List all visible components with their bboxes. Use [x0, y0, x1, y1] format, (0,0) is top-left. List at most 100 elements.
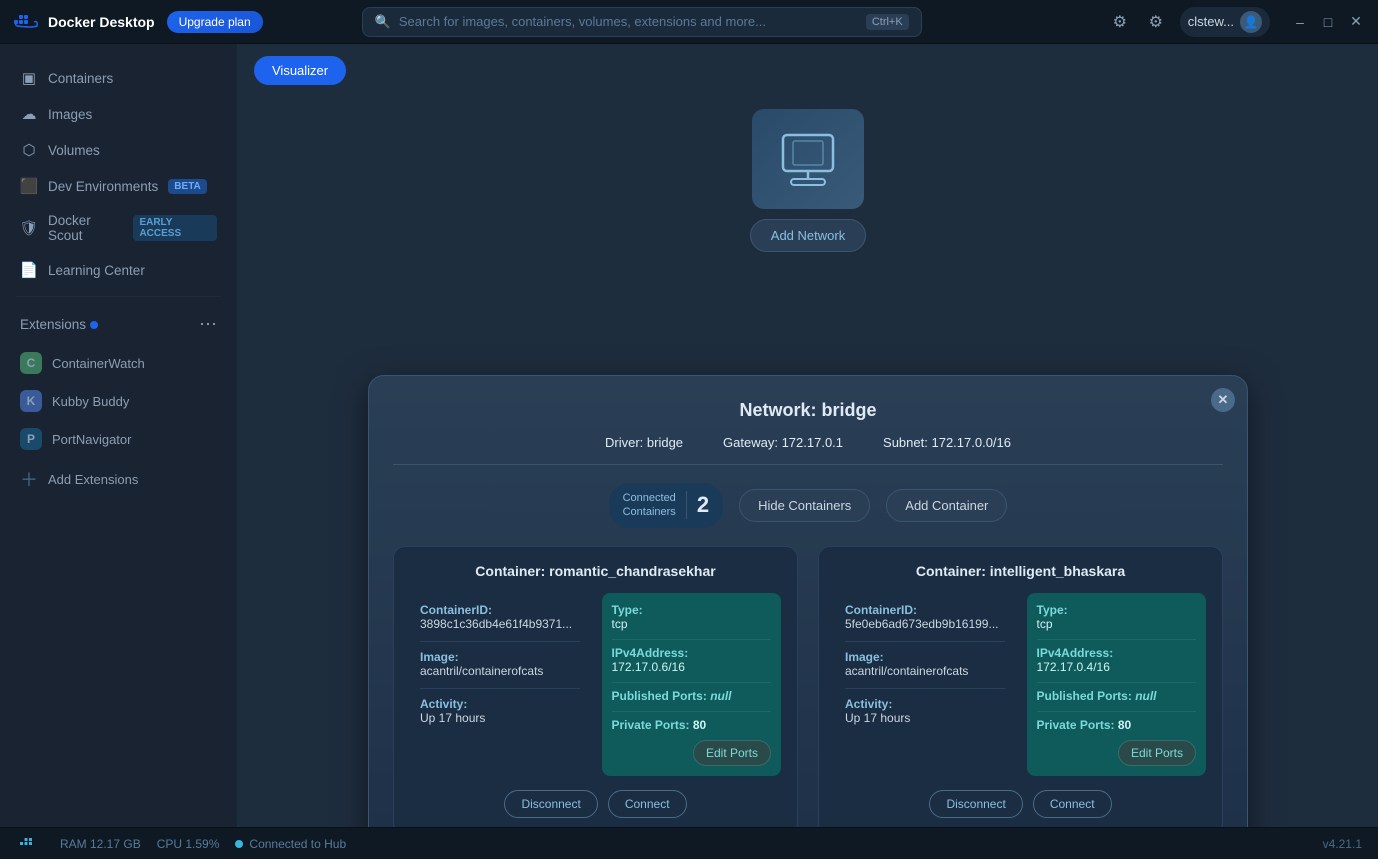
- container-id-row: ContainerID: 3898c1c36db4e61f4b9371...: [420, 603, 580, 631]
- settings-icon[interactable]: ⚙: [1144, 10, 1168, 34]
- add-extensions[interactable]: ＋ Add Extensions: [0, 458, 237, 500]
- type-row: Type: tcp: [1037, 603, 1197, 631]
- image-label: Image:: [845, 650, 1005, 664]
- disconnect-button-1[interactable]: Disconnect: [504, 790, 597, 818]
- net-divider: [612, 711, 772, 712]
- upgrade-button[interactable]: Upgrade plan: [167, 11, 263, 33]
- search-bar[interactable]: 🔍 Search for images, containers, volumes…: [362, 7, 922, 37]
- docker-scout-icon: 🛡: [20, 219, 38, 237]
- images-icon: ☁: [20, 105, 38, 123]
- container-card-2: Container: intelligent_bhaskara Containe…: [818, 546, 1223, 827]
- published-value: null: [1135, 689, 1156, 703]
- user-badge[interactable]: clstew... 👤: [1180, 7, 1270, 37]
- portnavigator-avatar: P: [20, 428, 42, 450]
- sidebar-item-portnavigator[interactable]: P PortNavigator: [0, 420, 237, 458]
- published-row: Published Ports: null: [612, 689, 772, 703]
- bridge-metadata: Driver: bridge Gateway: 172.17.0.1 Subne…: [393, 435, 1223, 465]
- gateway-value: 172.17.0.1: [782, 435, 843, 450]
- type-value: tcp: [1037, 617, 1197, 631]
- add-network-button[interactable]: Add Network: [750, 219, 866, 252]
- type-value: tcp: [612, 617, 772, 631]
- window-controls: – □ ✕: [1290, 12, 1366, 32]
- username: clstew...: [1188, 14, 1234, 29]
- containerwatch-avatar: C: [20, 352, 42, 374]
- activity-label: Activity:: [845, 697, 1005, 711]
- avatar: 👤: [1240, 11, 1262, 33]
- containers-row: Container: romantic_chandrasekhar Contai…: [393, 546, 1223, 827]
- minimize-button[interactable]: –: [1290, 12, 1310, 32]
- activity-row: Activity: Up 17 hours: [420, 697, 580, 725]
- image-label: Image:: [420, 650, 580, 664]
- activity-value: Up 17 hours: [420, 711, 580, 725]
- containers-icon: ▣: [20, 69, 38, 87]
- edit-ports-button-1[interactable]: Edit Ports: [693, 740, 771, 766]
- sidebar-item-kubby-buddy[interactable]: K Kubby Buddy: [0, 382, 237, 420]
- subnet-value: 172.17.0.0/16: [931, 435, 1011, 450]
- driver-label: Driver:: [605, 435, 643, 450]
- container-network-info-1: Type: tcp IPv4Address: 172.17.0.6/16: [602, 593, 782, 776]
- app-name: Docker Desktop: [48, 14, 155, 30]
- main-layout: ▣ Containers ☁ Images ⬡ Volumes ⬛ Dev En…: [0, 44, 1378, 827]
- sidebar-item-label: Images: [48, 107, 92, 122]
- sidebar-item-containerwatch[interactable]: C ContainerWatch: [0, 344, 237, 382]
- tab-visualizer[interactable]: Visualizer: [254, 56, 346, 85]
- connect-button-2[interactable]: Connect: [1033, 790, 1112, 818]
- sidebar-item-docker-scout[interactable]: 🛡 Docker Scout EARLY ACCESS: [0, 204, 237, 252]
- sidebar-item-containers[interactable]: ▣ Containers: [0, 60, 237, 96]
- driver-value: bridge: [647, 435, 683, 450]
- close-bridge-button[interactable]: ✕: [1211, 388, 1235, 412]
- close-button[interactable]: ✕: [1346, 12, 1366, 32]
- connected-count: 2: [697, 492, 709, 518]
- tab-bar: Visualizer: [238, 44, 1378, 85]
- bridge-title: Network: bridge: [393, 400, 1223, 421]
- container-id-row: ContainerID: 5fe0eb6ad673edb9b16199...: [845, 603, 1005, 631]
- image-value: acantril/containerofcats: [420, 664, 580, 678]
- add-container-button[interactable]: Add Container: [886, 489, 1007, 522]
- sidebar-item-volumes[interactable]: ⬡ Volumes: [0, 132, 237, 168]
- ext-label: Kubby Buddy: [52, 394, 129, 409]
- container-body-1: ContainerID: 3898c1c36db4e61f4b9371... I…: [410, 593, 781, 776]
- net-divider: [1037, 711, 1197, 712]
- container-title-1: Container: romantic_chandrasekhar: [410, 563, 781, 579]
- type-label: Type:: [612, 603, 772, 617]
- extensions-header[interactable]: Extensions ⋯: [0, 305, 237, 344]
- version-label: v4.21.1: [1323, 837, 1362, 851]
- bridge-panel: ✕ Network: bridge Driver: bridge Gateway…: [368, 375, 1248, 827]
- ipv4-value: 172.17.0.6/16: [612, 660, 772, 674]
- connect-button-1[interactable]: Connect: [608, 790, 687, 818]
- container-title-2: Container: intelligent_bhaskara: [835, 563, 1206, 579]
- disconnect-button-2[interactable]: Disconnect: [929, 790, 1022, 818]
- add-extensions-label: Add Extensions: [48, 472, 138, 487]
- sidebar-item-images[interactable]: ☁ Images: [0, 96, 237, 132]
- content-area: Visualizer Add Network ✕ Network: bri: [238, 44, 1378, 827]
- app-logo: Docker Desktop: [12, 12, 155, 32]
- more-options-icon[interactable]: ⋯: [199, 314, 217, 335]
- container-id-label: ContainerID:: [845, 603, 1005, 617]
- docker-status-icon: [16, 830, 44, 858]
- add-icon: ＋: [20, 466, 38, 492]
- volumes-icon: ⬡: [20, 141, 38, 159]
- container-footer-2: Disconnect Connect: [835, 790, 1206, 818]
- activity-row: Activity: Up 17 hours: [845, 697, 1005, 725]
- beta-badge: BETA: [168, 179, 206, 194]
- private-row: Private Ports: 80: [612, 718, 772, 732]
- sidebar-item-dev-environments[interactable]: ⬛ Dev Environments BETA: [0, 168, 237, 204]
- extensions-icon[interactable]: ⚙: [1108, 10, 1132, 34]
- edit-ports-button-2[interactable]: Edit Ports: [1118, 740, 1196, 766]
- maximize-button[interactable]: □: [1318, 12, 1338, 32]
- private-row: Private Ports: 80: [1037, 718, 1197, 732]
- search-icon: 🔍: [375, 14, 391, 30]
- info-divider: [420, 688, 580, 689]
- driver-info: Driver: bridge: [605, 435, 683, 450]
- learning-icon: 📄: [20, 261, 38, 279]
- network-node: Add Network: [750, 109, 866, 252]
- connected-containers-badge: ConnectedContainers 2: [609, 483, 723, 528]
- dev-env-icon: ⬛: [20, 177, 38, 195]
- sidebar-item-learning-center[interactable]: 📄 Learning Center: [0, 252, 237, 288]
- container-body-2: ContainerID: 5fe0eb6ad673edb9b16199... I…: [835, 593, 1206, 776]
- early-access-badge: EARLY ACCESS: [133, 215, 217, 241]
- sidebar-item-label: Containers: [48, 71, 113, 86]
- hide-containers-button[interactable]: Hide Containers: [739, 489, 870, 522]
- container-info-1: ContainerID: 3898c1c36db4e61f4b9371... I…: [410, 593, 590, 776]
- type-label: Type:: [1037, 603, 1197, 617]
